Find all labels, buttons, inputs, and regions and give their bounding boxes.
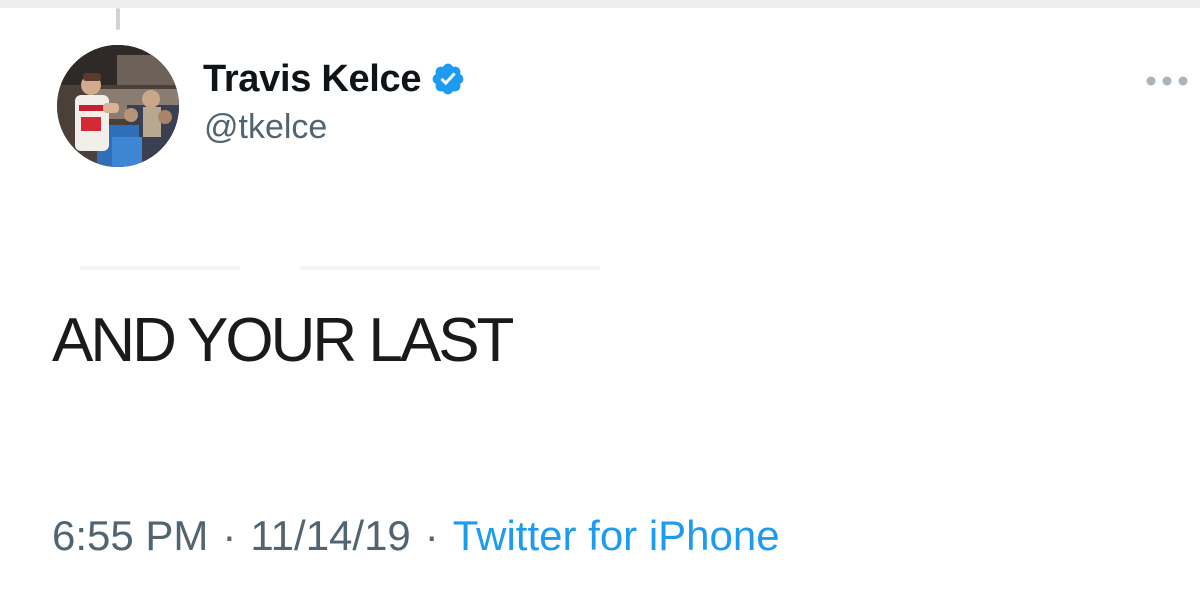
tweet-text: AND YOUR LAST: [52, 306, 514, 375]
verified-badge-icon: [430, 61, 466, 97]
previous-tweet-edge: [0, 0, 1200, 8]
display-name[interactable]: Travis Kelce: [203, 58, 422, 101]
faint-artifact-line: [300, 266, 600, 270]
more-options-button[interactable]: [1142, 66, 1192, 96]
faint-artifact-line: [80, 266, 240, 270]
tweet-meta: 6:55 PM · 11/14/19 · Twitter for iPhone: [52, 512, 780, 560]
tweet-source-link[interactable]: Twitter for iPhone: [453, 512, 780, 560]
thread-connector-line: [116, 8, 120, 30]
user-handle[interactable]: @tkelce: [204, 108, 327, 147]
meta-separator: ·: [424, 512, 439, 559]
author-name-row: Travis Kelce: [203, 56, 466, 102]
meta-separator: ·: [222, 512, 237, 559]
more-options-icon: [1146, 76, 1188, 86]
profile-photo: [57, 45, 179, 167]
tweet-date[interactable]: 11/14/19: [250, 512, 410, 560]
avatar[interactable]: [57, 45, 179, 167]
tweet-time[interactable]: 6:55 PM: [52, 512, 208, 560]
